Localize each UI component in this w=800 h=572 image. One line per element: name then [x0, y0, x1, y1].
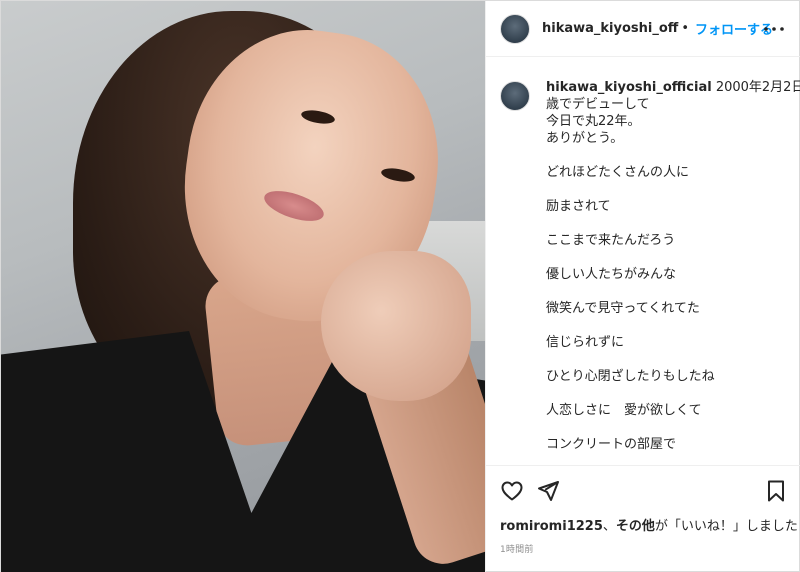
avatar[interactable] [500, 13, 530, 44]
caption-line: どれほどたくさんの人に [546, 165, 690, 180]
caption-line: 優しい人たちがみんな [546, 267, 677, 282]
likes-summary: romiromi1225、その他が「いいね！」しました [500, 515, 798, 534]
bookmark-icon[interactable] [762, 477, 790, 505]
likes-suffix: が「いいね！」しました [654, 519, 798, 534]
likes-others[interactable]: その他 [616, 519, 655, 534]
caption-line: ひとり心閉ざしたりもしたね [546, 369, 715, 384]
caption-line: 歳でデビューして [546, 97, 650, 112]
caption-line: 今日で丸22年。 [546, 114, 641, 129]
caption-first-line: hikawa_kiyoshi_official 2000年2月2日22 [546, 79, 800, 96]
caption-line: ありがとう。 [546, 131, 624, 146]
post-side-panel: hikawa_kiyoshi_off • フォローする hikawa_kiyos… [485, 1, 800, 572]
caption-line: 2000年2月2日22 [715, 80, 800, 95]
caption-avatar[interactable] [500, 81, 530, 111]
heart-icon[interactable] [498, 477, 526, 505]
caption-line: 人恋しさに 愛が欲しくて [546, 403, 702, 418]
caption-line: 励まされて [546, 199, 611, 214]
post-photo[interactable] [1, 1, 485, 572]
header-separator: • [681, 21, 690, 36]
caption-line: コンクリートの部屋で [546, 437, 677, 452]
caption-area: hikawa_kiyoshi_official 2000年2月2日22 歳でデビ… [486, 57, 800, 465]
header-username[interactable]: hikawa_kiyoshi_off [542, 21, 678, 36]
post-header: hikawa_kiyoshi_off • フォローする [486, 1, 800, 57]
caption-line: 微笑んで見守ってくれてた [546, 301, 700, 316]
instagram-post: hikawa_kiyoshi_off • フォローする hikawa_kiyos… [0, 0, 800, 572]
action-bar [486, 465, 800, 515]
caption-row: hikawa_kiyoshi_official 2000年2月2日22 歳でデビ… [500, 79, 800, 453]
likes-user[interactable]: romiromi1225 [500, 519, 603, 534]
caption-line: 信じられずに [546, 335, 625, 350]
caption-text: hikawa_kiyoshi_official 2000年2月2日22 歳でデビ… [546, 79, 800, 453]
more-options-icon[interactable] [762, 17, 786, 41]
caption-line: ここまで来たんだろう [546, 233, 676, 248]
caption-username[interactable]: hikawa_kiyoshi_official [546, 80, 712, 95]
post-timestamp[interactable]: 1時間前 [500, 542, 534, 555]
likes-separator: 、 [602, 519, 616, 534]
paper-plane-icon[interactable] [534, 477, 562, 505]
